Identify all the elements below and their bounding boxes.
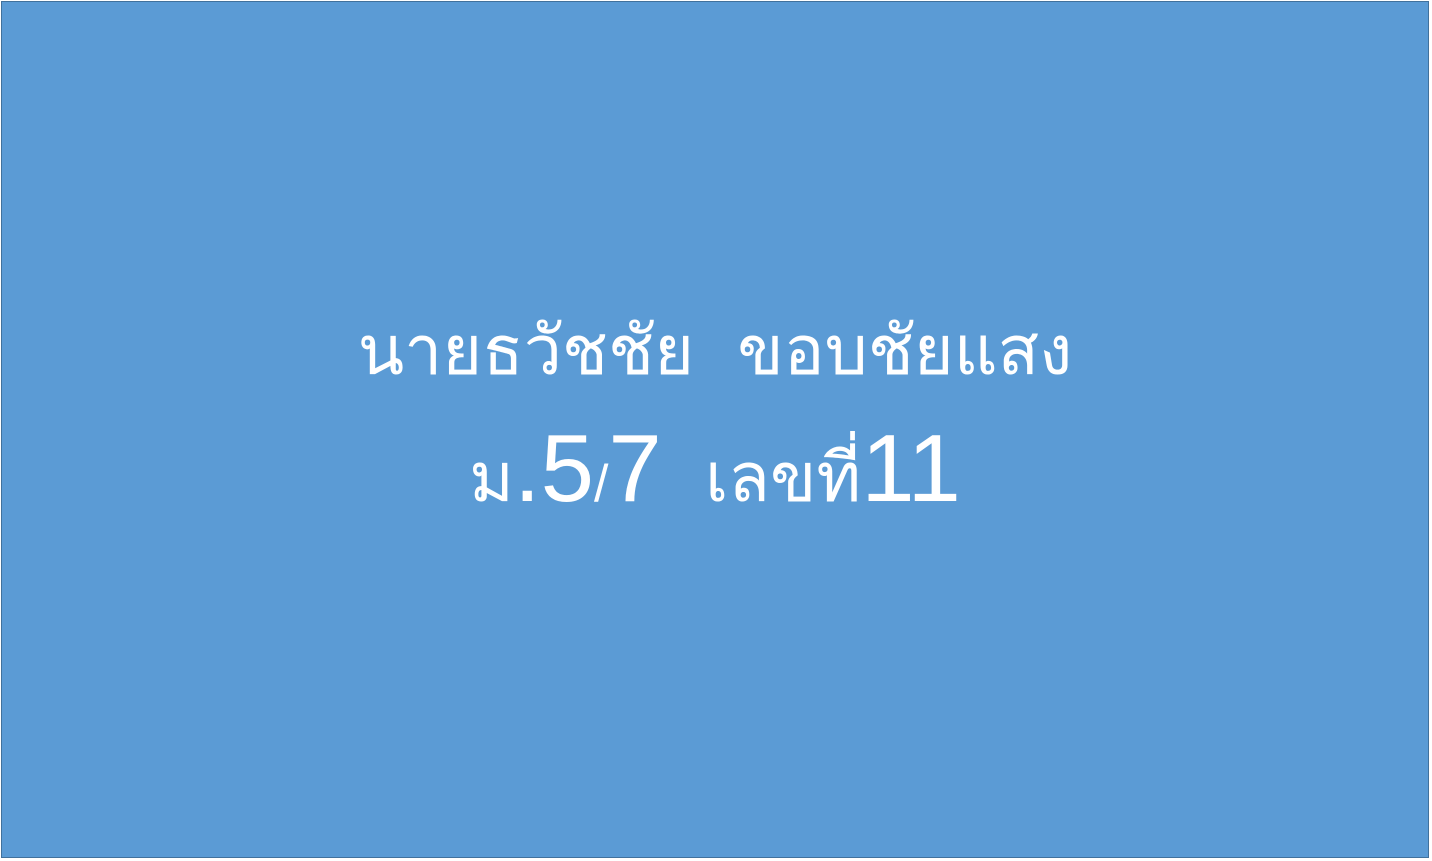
title-slide: นายธวัชชัย ขอบชัยแสง ม.5/7 เลขที่11: [1, 1, 1429, 858]
number-value: 11: [861, 415, 961, 522]
number-label: เลขที่: [705, 439, 862, 518]
class-prefix: ม: [469, 439, 514, 518]
class-slash: /: [593, 455, 609, 513]
class-and-number-line: ม.5/7 เลขที่11: [2, 414, 1428, 551]
class-dot: .: [513, 415, 541, 522]
class-room: 7: [608, 415, 662, 522]
student-name: นายธวัชชัย ขอบชัยแสง: [357, 312, 1073, 391]
slide-text-block: นายธวัชชัย ขอบชัยแสง ม.5/7 เลขที่11: [2, 302, 1428, 551]
class-grade: 5: [540, 415, 594, 522]
